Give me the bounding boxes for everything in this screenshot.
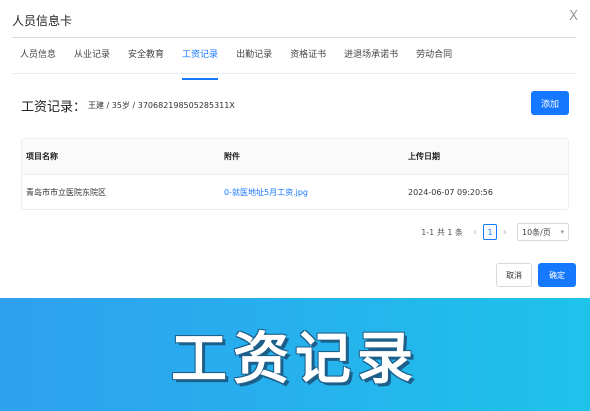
confirm-button[interactable]: 确定 (538, 263, 576, 287)
page-size-select[interactable]: 10条/页 ▾ (517, 223, 569, 241)
header-divider (12, 37, 576, 38)
tab-safety-education[interactable]: 安全教育 (128, 44, 164, 74)
add-button[interactable]: 添加 (531, 91, 569, 115)
tabs-divider (12, 73, 576, 74)
page-number-button[interactable]: 1 (483, 224, 497, 240)
chevron-down-icon: ▾ (560, 228, 564, 236)
salary-table: 项目名称 附件 上传日期 青岛市市立医院东院区 0-就医地址5月工资.jpg 2… (21, 138, 569, 210)
tab-qualification-certificate[interactable]: 资格证书 (290, 44, 326, 74)
tab-employment-record[interactable]: 从业记录 (74, 44, 110, 74)
banner-caption: 工资记录 (171, 327, 419, 392)
cancel-button[interactable]: 取消 (496, 263, 532, 287)
close-icon[interactable]: X (569, 9, 578, 25)
cell-attachment-link[interactable]: 0-就医地址5月工资.jpg (224, 187, 308, 198)
person-info: 王建 / 35岁 / 370682198505285311X (88, 101, 235, 110)
tab-bar: 人员信息 从业记录 安全教育 工资记录 出勤记录 资格证书 进退场承诺书 劳动合… (20, 44, 470, 80)
dialog-footer: 取消 确定 (496, 263, 576, 287)
tab-personal-info[interactable]: 人员信息 (20, 44, 56, 74)
pagination-total: 1-1 共 1 条 (421, 227, 463, 237)
cell-project: 青岛市市立医院东院区 (26, 188, 106, 197)
dialog-header: 人员信息卡 (12, 12, 72, 32)
next-page-icon[interactable]: › (499, 227, 511, 238)
tab-salary-record[interactable]: 工资记录 (182, 44, 219, 80)
table-row: 青岛市市立医院东院区 0-就医地址5月工资.jpg 2024-06-07 09:… (22, 175, 568, 209)
cell-upload-date: 2024-06-07 09:20:56 (408, 188, 493, 197)
column-header-project: 项目名称 (26, 152, 58, 161)
pagination: 1-1 共 1 条 ‹ 1 › 10条/页 ▾ (421, 222, 569, 242)
tab-attendance-record[interactable]: 出勤记录 (236, 44, 272, 74)
page-size-value: 10条/页 (522, 227, 551, 237)
prev-page-icon[interactable]: ‹ (469, 227, 481, 238)
section-title: 工资记录： (21, 100, 87, 115)
tab-labor-contract[interactable]: 劳动合同 (416, 44, 452, 74)
column-header-upload-date: 上传日期 (408, 152, 440, 161)
staff-info-dialog: 人员信息卡 X 人员信息 从业记录 安全教育 工资记录 出勤记录 资格证书 进退… (0, 0, 590, 298)
caption-banner: 工资记录 (0, 298, 590, 411)
table-header: 项目名称 附件 上传日期 (22, 139, 568, 175)
tab-entry-exit-pledge[interactable]: 进退场承诺书 (344, 44, 398, 74)
dialog-title: 人员信息卡 (12, 14, 73, 28)
column-header-attachment: 附件 (224, 152, 240, 161)
